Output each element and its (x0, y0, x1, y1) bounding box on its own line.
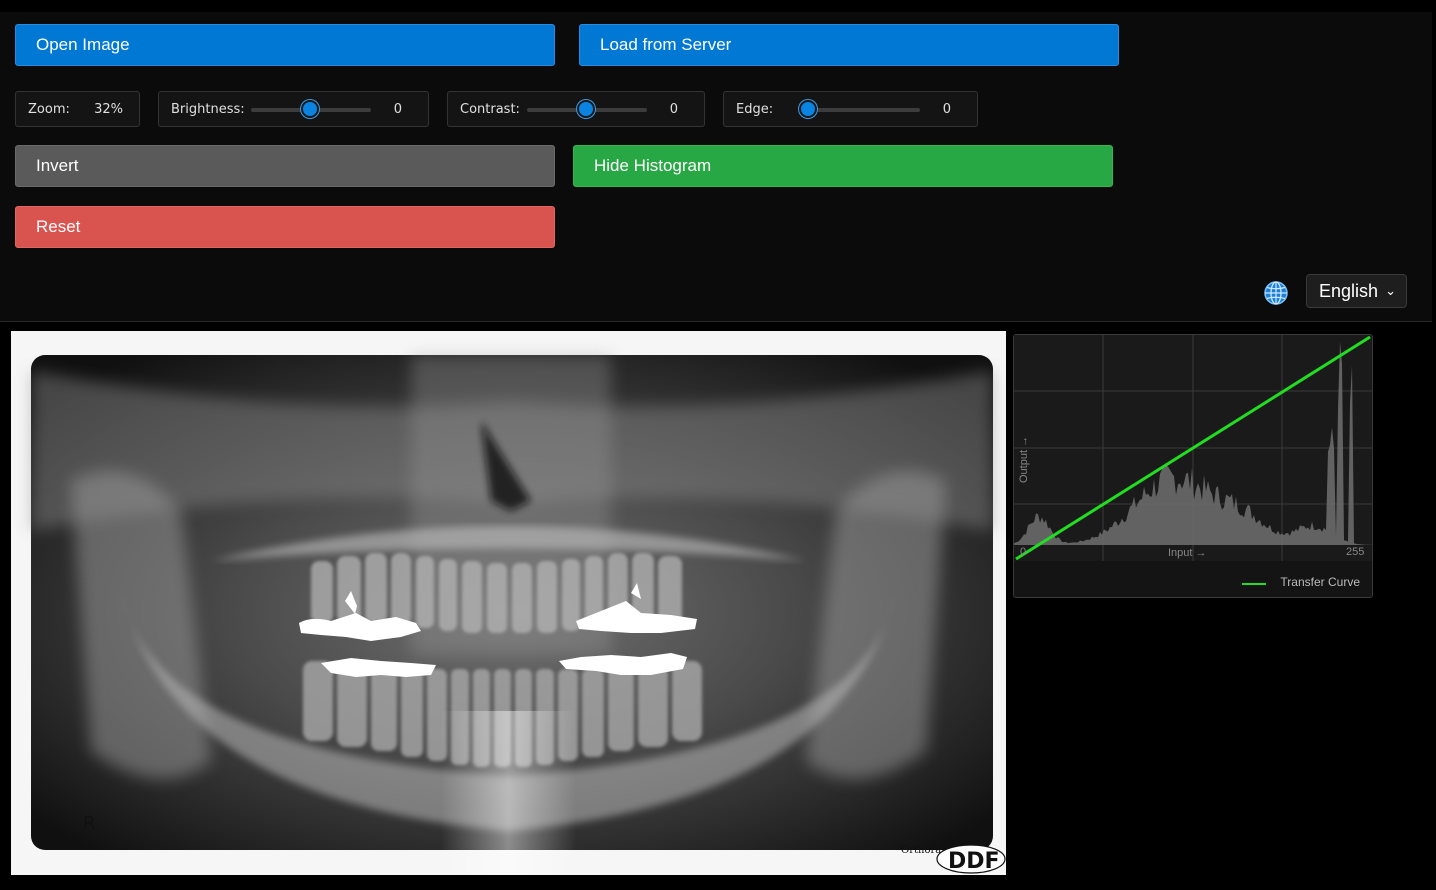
xray-side-marker: R (83, 813, 96, 834)
chevron-down-icon: ⌄ (1385, 283, 1396, 298)
histogram-y-axis-label: Output → (1018, 436, 1030, 483)
xray-image-viewer[interactable]: R Orthoralix DDF (11, 331, 1006, 875)
zoom-label: Zoom: (28, 102, 70, 117)
contrast-slider-thumb[interactable] (577, 100, 595, 118)
histogram-panel: 0 255 Input → Output → Transfer Curve (1013, 334, 1373, 598)
histogram-min-label: 0 (1020, 546, 1026, 558)
brightness-slider-thumb[interactable] (301, 100, 319, 118)
edge-slider[interactable] (799, 100, 920, 118)
language-select[interactable]: English ⌄ (1306, 274, 1407, 308)
toolbar: Open Image Load from Server Zoom: 32% Br… (0, 12, 1432, 322)
contrast-control: Contrast: 0 (447, 91, 705, 127)
hide-histogram-button[interactable]: Hide Histogram (573, 145, 1113, 187)
brightness-slider[interactable] (251, 100, 371, 118)
zoom-control: Zoom: 32% (15, 91, 140, 127)
legend-transfer-curve: Transfer Curve (1280, 575, 1360, 589)
histogram-max-label: 255 (1346, 546, 1364, 558)
contrast-label: Contrast: (460, 102, 520, 117)
brightness-label: Brightness: (171, 102, 245, 117)
xray-logo-mark: DDF (948, 849, 1000, 874)
brightness-value: 0 (393, 102, 402, 117)
open-image-button[interactable]: Open Image (15, 24, 555, 66)
zoom-value: 32% (94, 102, 123, 117)
load-from-server-button[interactable]: Load from Server (579, 24, 1119, 66)
reset-button[interactable]: Reset (15, 206, 555, 248)
edge-label: Edge: (736, 102, 774, 117)
contrast-slider[interactable] (527, 100, 647, 118)
edge-slider-thumb[interactable] (799, 100, 817, 118)
legend-swatch (1242, 583, 1266, 585)
histogram-x-axis-label: Input → (1168, 547, 1207, 559)
globe-icon (1264, 281, 1288, 305)
histogram-chart: 0 255 Input → Output → (1014, 335, 1372, 561)
edge-value: 0 (942, 102, 951, 117)
contrast-value: 0 (669, 102, 678, 117)
edge-control: Edge: 0 (723, 91, 978, 127)
brightness-control: Brightness: 0 (158, 91, 429, 127)
invert-button[interactable]: Invert (15, 145, 555, 187)
language-select-value: English (1319, 281, 1379, 301)
panoramic-xray-image: R Orthoralix DDF (31, 355, 1006, 875)
